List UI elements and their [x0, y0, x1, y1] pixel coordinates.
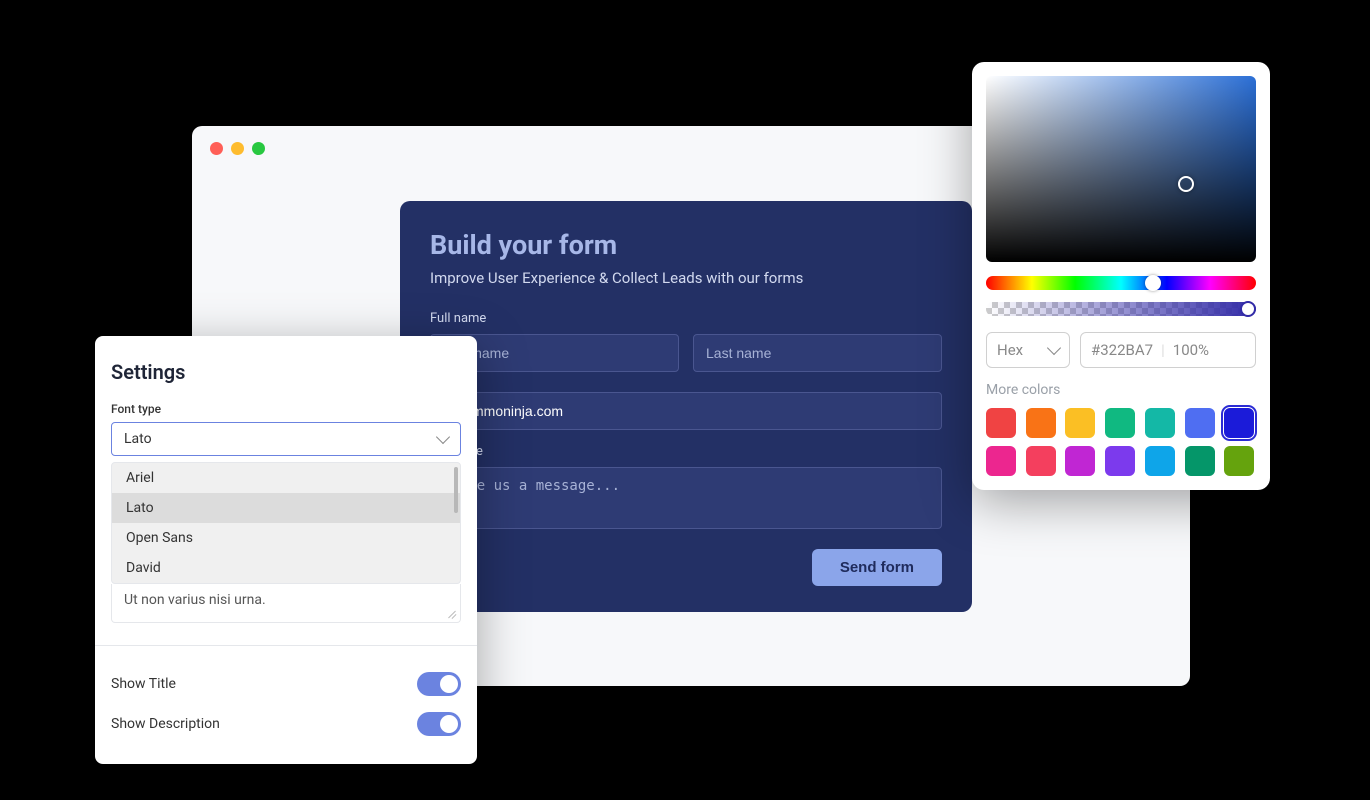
opacity-value: 100%: [1173, 341, 1209, 359]
color-swatch[interactable]: [1145, 446, 1175, 476]
hex-code: #322BA7: [1091, 341, 1153, 359]
send-form-button[interactable]: Send form: [812, 549, 942, 586]
font-option-lato[interactable]: Lato: [112, 493, 460, 523]
close-window-icon[interactable]: [210, 142, 223, 155]
color-swatch[interactable]: [1224, 408, 1254, 438]
font-option-david[interactable]: David: [112, 553, 460, 583]
show-description-toggle[interactable]: [417, 712, 461, 736]
fullname-label: Full name: [430, 311, 942, 326]
font-option-opensans[interactable]: Open Sans: [112, 523, 460, 553]
color-swatch[interactable]: [1026, 446, 1056, 476]
color-picker: Hex #322BA7 | 100% More colors: [972, 62, 1270, 490]
font-option-ariel[interactable]: Ariel: [112, 463, 460, 493]
swatch-grid: [986, 408, 1256, 476]
settings-title: Settings: [111, 360, 461, 384]
hue-slider[interactable]: [986, 276, 1256, 290]
color-swatch[interactable]: [1185, 408, 1215, 438]
color-swatch[interactable]: [986, 408, 1016, 438]
divider: [95, 645, 477, 646]
message-label: Message: [430, 444, 942, 459]
form-title: Build your form: [430, 229, 942, 261]
email-input[interactable]: [430, 392, 942, 430]
chevron-down-icon: [1047, 341, 1061, 355]
more-colors-label: More colors: [986, 382, 1256, 398]
dropdown-scrollbar[interactable]: [454, 467, 458, 513]
font-select[interactable]: Lato: [111, 422, 461, 456]
color-swatch[interactable]: [1224, 446, 1254, 476]
settings-panel: Settings Font type Lato Ariel Lato Open …: [95, 336, 477, 764]
color-swatch[interactable]: [1065, 408, 1095, 438]
font-dropdown: Ariel Lato Open Sans David: [111, 462, 461, 584]
gradient-cursor-icon[interactable]: [1178, 176, 1194, 192]
color-swatch[interactable]: [1105, 446, 1135, 476]
minimize-window-icon[interactable]: [231, 142, 244, 155]
maximize-window-icon[interactable]: [252, 142, 265, 155]
color-format-select[interactable]: Hex: [986, 332, 1070, 368]
color-swatch[interactable]: [1065, 446, 1095, 476]
form-subtitle: Improve User Experience & Collect Leads …: [430, 269, 942, 287]
color-swatch[interactable]: [1026, 408, 1056, 438]
note-textarea[interactable]: Ut non varius nisi urna.: [111, 584, 461, 623]
color-swatch[interactable]: [1105, 408, 1135, 438]
hex-value-input[interactable]: #322BA7 | 100%: [1080, 332, 1256, 368]
color-swatch[interactable]: [986, 446, 1016, 476]
saturation-gradient[interactable]: [986, 76, 1256, 262]
color-swatch[interactable]: [1145, 408, 1175, 438]
color-format-value: Hex: [997, 341, 1023, 359]
color-swatch[interactable]: [1185, 446, 1215, 476]
hue-handle-icon[interactable]: [1145, 275, 1161, 291]
alpha-slider[interactable]: [986, 302, 1256, 316]
resize-handle-icon[interactable]: [446, 608, 456, 618]
font-select-value: Lato: [124, 431, 152, 447]
lastname-input[interactable]: [693, 334, 942, 372]
show-title-label: Show Title: [111, 676, 176, 692]
form-card: Build your form Improve User Experience …: [400, 201, 972, 612]
show-title-toggle[interactable]: [417, 672, 461, 696]
alpha-handle-icon[interactable]: [1240, 301, 1256, 317]
show-description-label: Show Description: [111, 716, 220, 732]
message-textarea[interactable]: [430, 467, 942, 529]
font-type-label: Font type: [111, 402, 461, 416]
chevron-down-icon: [436, 430, 450, 444]
